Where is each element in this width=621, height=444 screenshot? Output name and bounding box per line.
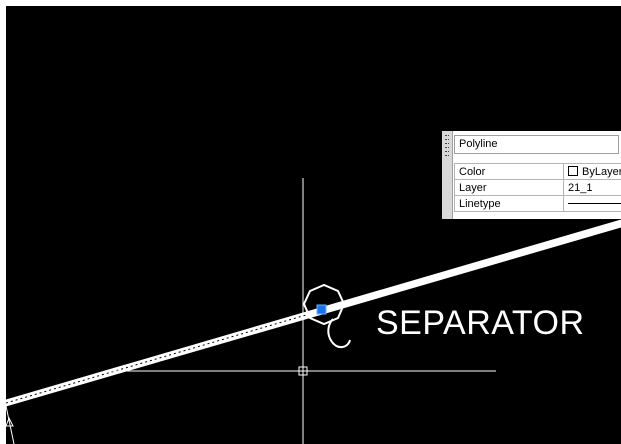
model-space-canvas[interactable] [6,6,621,444]
property-row-color[interactable]: Color ByLayer [454,163,621,180]
separator-label: SEPARATOR [376,304,585,342]
polyline-grip[interactable] [316,304,327,315]
property-row-layer[interactable]: Layer 21_1 [454,179,621,196]
property-label: Color [454,163,564,180]
object-type-dropdown[interactable]: Polyline [454,135,619,154]
quick-properties-panel: Polyline Color ByLayer Layer 21_1 Linety… [442,131,621,219]
property-value[interactable]: 21_1 [563,179,621,196]
linetype-preview-icon [568,203,621,205]
color-swatch-icon [568,165,578,176]
panel-drag-handle[interactable] [442,131,453,219]
property-label: Linetype [454,195,564,212]
property-label: Layer [454,179,564,196]
cursor-arrow-icon [327,318,351,348]
drawing-viewport[interactable]: SEPARATOR Polyline Color ByLayer Layer 2… [6,6,621,444]
property-value[interactable] [563,195,621,212]
property-value[interactable]: ByLayer [563,163,621,180]
properties-table: Color ByLayer Layer 21_1 Linetype [454,163,621,212]
polyline-hatch [6,314,307,404]
property-row-linetype[interactable]: Linetype [454,195,621,212]
